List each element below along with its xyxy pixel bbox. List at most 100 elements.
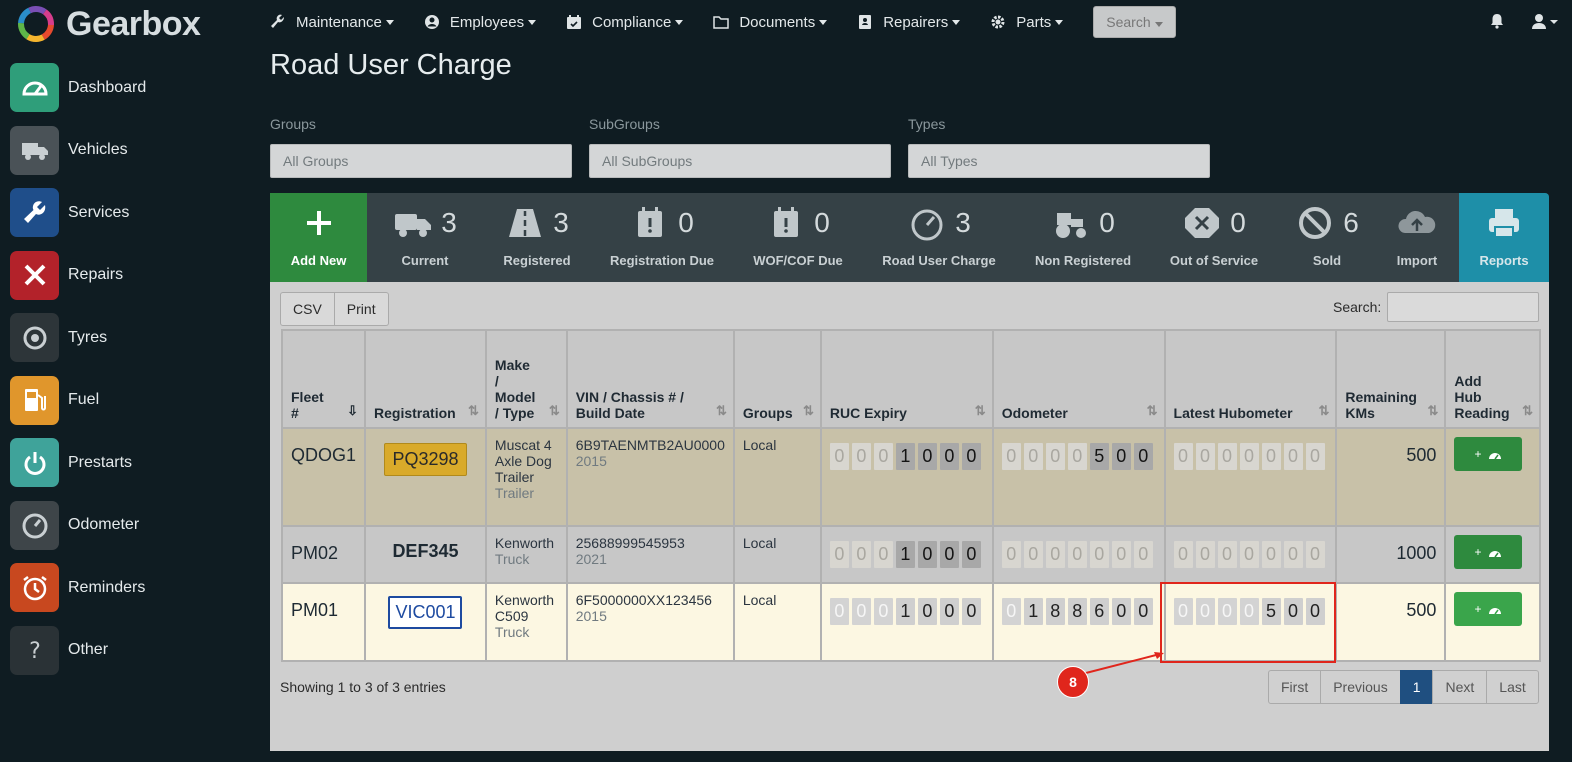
subgroups-select[interactable]: All SubGroups: [589, 144, 891, 178]
stat-label: Sold: [1312, 253, 1342, 268]
col-latest-hubometer[interactable]: Latest Hubometer ⇅: [1163, 329, 1338, 429]
digit: 1: [895, 443, 915, 470]
sidebar-item-odometer[interactable]: Odometer: [10, 500, 250, 550]
stat-sold[interactable]: 6 Sold: [1292, 193, 1362, 282]
chevron-down-icon: [1154, 22, 1163, 27]
printer-icon: [1489, 209, 1519, 238]
table-row[interactable]: PM02 DEF345 Kenworth Truck 25688999545953…: [280, 525, 1541, 584]
col-remaining-kms[interactable]: Remaining KMs ⇅: [1335, 329, 1447, 429]
add-hub-reading-button[interactable]: +: [1454, 437, 1523, 471]
add-hub-reading-button[interactable]: +: [1454, 592, 1523, 626]
digit: 0: [1217, 443, 1237, 470]
fleet-cell: QDOG1: [280, 427, 367, 527]
col-vin-build-date[interactable]: VIN / Chassis # / Build Date ⇅: [565, 329, 735, 429]
sidebar-item-reminders[interactable]: Reminders: [10, 563, 250, 612]
chevron-down-icon: [675, 19, 684, 25]
sidebar-item-other[interactable]: ? Other: [10, 625, 250, 675]
nav-maintenance[interactable]: Maintenance: [270, 14, 394, 31]
digit: 0: [851, 598, 871, 625]
col-ruc-expiry[interactable]: RUC Expiry ⇅: [819, 329, 994, 429]
stat-wof-cof-due[interactable]: 0 WOF/COF Due: [748, 193, 848, 282]
sort-icon: ⇅: [548, 403, 560, 418]
sidebar-item-tyres[interactable]: Tyres: [10, 313, 250, 362]
print-button[interactable]: Print: [334, 292, 389, 326]
make-cell: Kenworth C509 Truck: [484, 582, 568, 662]
digit: 0: [917, 541, 937, 568]
calendar-alert-icon: [774, 207, 799, 237]
digit: 0: [851, 541, 871, 568]
add-new-button[interactable]: Add New: [270, 193, 367, 282]
nav-documents[interactable]: Documents: [713, 14, 828, 31]
stat-count: 0: [1230, 207, 1246, 238]
sidebar-item-services[interactable]: Services: [10, 188, 250, 237]
bell-icon[interactable]: [1490, 13, 1504, 29]
groups-select[interactable]: All Groups: [270, 144, 572, 178]
user-circle-icon: [424, 15, 439, 29]
types-select[interactable]: All Types: [908, 144, 1210, 178]
question-icon: ?: [10, 625, 59, 675]
col-registration[interactable]: Registration ⇅: [364, 329, 487, 429]
reports-button[interactable]: Reports: [1459, 193, 1549, 282]
chevron-down-icon: [819, 19, 828, 25]
stat-registration-due[interactable]: 0 Registration Due: [604, 193, 720, 282]
digit: 0: [1217, 598, 1237, 625]
vin-cell: 6B9TAENMTB2AU0000 2015: [565, 427, 735, 527]
digit: 8: [1045, 598, 1065, 625]
table-row[interactable]: PM01 VIC001 Kenworth C509 Truck 6F5000000X…: [280, 582, 1541, 662]
csv-button[interactable]: CSV: [280, 292, 335, 326]
col-fleet[interactable]: Fleet # ⇩: [280, 329, 367, 429]
nav-employees[interactable]: Employees: [424, 14, 537, 31]
sort-icon: ⇅: [1318, 403, 1330, 418]
stat-registered[interactable]: 3 Registered: [492, 193, 582, 282]
top-navigation: Maintenance Employees Compliance Documen…: [270, 0, 1176, 44]
table-row[interactable]: QDOG1 PQ3298 Muscat 4 Axle Dog Trailer Trai…: [280, 427, 1541, 527]
registration-plate[interactable]: PQ3298: [384, 443, 467, 476]
digit: 0: [1023, 541, 1043, 568]
user-menu-icon[interactable]: [1532, 13, 1560, 29]
sidebar-item-fuel[interactable]: Fuel: [10, 375, 250, 425]
nav-parts[interactable]: Parts: [990, 14, 1064, 31]
table-search-input[interactable]: [1387, 292, 1539, 322]
digit: 0: [1067, 541, 1087, 568]
nav-repairers[interactable]: Repairers: [857, 14, 961, 31]
digit: 0: [917, 443, 937, 470]
chevron-down-icon: [952, 19, 961, 25]
stat-count: 0: [678, 207, 694, 238]
truck-icon: [395, 214, 432, 237]
pager-last[interactable]: Last: [1486, 670, 1539, 704]
stat-out-of-service[interactable]: 0 Out of Service: [1166, 193, 1262, 282]
wrench-icon: [271, 14, 284, 28]
digit: 0: [939, 598, 959, 625]
global-search-button[interactable]: Search: [1093, 6, 1176, 38]
sidebar-item-repairs[interactable]: Repairs: [10, 250, 250, 300]
app-logo[interactable]: Gearbox: [16, 5, 201, 43]
col-odometer[interactable]: Odometer ⇅: [991, 329, 1166, 429]
fleet-cell: PM02: [280, 525, 367, 584]
col-add-hub-reading[interactable]: Add Hub Reading ⇅: [1444, 329, 1541, 429]
pager-page-1[interactable]: 1: [1399, 670, 1434, 704]
stat-label: Reports: [1479, 253, 1529, 268]
stat-current[interactable]: 3 Current: [380, 193, 470, 282]
pager-next[interactable]: Next: [1432, 670, 1488, 704]
address-book-icon: [859, 15, 872, 29]
col-make-model-type[interactable]: Make / Model / Type ⇅: [484, 329, 568, 429]
folder-icon: [713, 16, 730, 29]
import-button[interactable]: Import: [1386, 193, 1448, 282]
col-groups[interactable]: Groups ⇅: [732, 329, 822, 429]
stat-count: 6: [1343, 207, 1359, 238]
sidebar-item-vehicles[interactable]: Vehicles: [10, 125, 250, 175]
add-hub-reading-button[interactable]: +: [1454, 535, 1523, 569]
sidebar-item-label: Services: [68, 203, 130, 221]
registration-plate[interactable]: VIC001: [388, 596, 463, 629]
ruc-digits: 0001000: [829, 541, 984, 568]
pager-first[interactable]: First: [1268, 670, 1322, 704]
sort-icon: ⇅: [468, 403, 479, 418]
sidebar-item-prestarts[interactable]: Prestarts: [10, 438, 250, 487]
registration-cell: PQ3298: [364, 427, 487, 527]
registration-plate[interactable]: DEF345: [374, 541, 477, 562]
stat-non-registered[interactable]: 0 Non Registered: [1032, 193, 1134, 282]
nav-compliance[interactable]: Compliance: [566, 14, 684, 31]
stat-road-user-charge[interactable]: 3 Road User Charge: [876, 193, 1002, 282]
pager-previous[interactable]: Previous: [1320, 670, 1401, 704]
sidebar-item-dashboard[interactable]: Dashboard: [10, 63, 250, 112]
